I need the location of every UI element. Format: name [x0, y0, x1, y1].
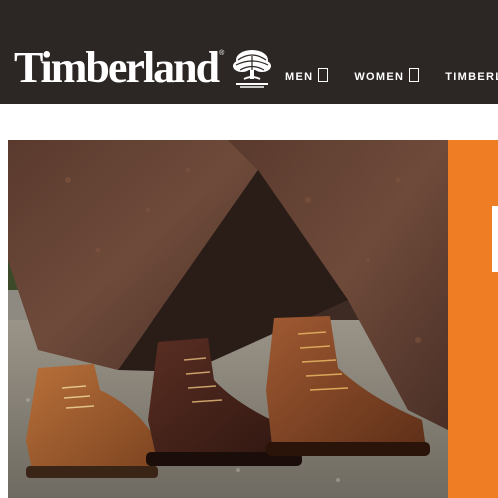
nav-item-label: TIMBERL — [445, 71, 498, 83]
promo-box — [492, 206, 498, 272]
nav-item-women[interactable]: WOMEN — [354, 68, 420, 83]
promo-panel[interactable] — [448, 140, 498, 498]
nav-item-label: MEN — [285, 71, 314, 83]
promo-strip — [0, 104, 498, 140]
hero-image — [8, 140, 448, 498]
site-header: Timberland ® MEN WOMEN TIMBERL — [0, 0, 498, 104]
hero-banner[interactable] — [8, 140, 448, 498]
brand-wordmark: Timberland — [14, 43, 220, 92]
nav-item-men[interactable]: MEN — [285, 68, 329, 83]
brand-logo[interactable]: Timberland ® — [14, 44, 274, 92]
tree-logo-icon — [233, 50, 272, 88]
nav-item-label: WOMEN — [354, 71, 405, 83]
dropdown-glyph-icon — [409, 68, 420, 82]
dropdown-glyph-icon — [318, 68, 329, 82]
main-nav: MEN WOMEN TIMBERL — [285, 68, 498, 83]
nav-item-timberland[interactable]: TIMBERL — [445, 71, 498, 83]
registered-mark: ® — [219, 50, 225, 57]
